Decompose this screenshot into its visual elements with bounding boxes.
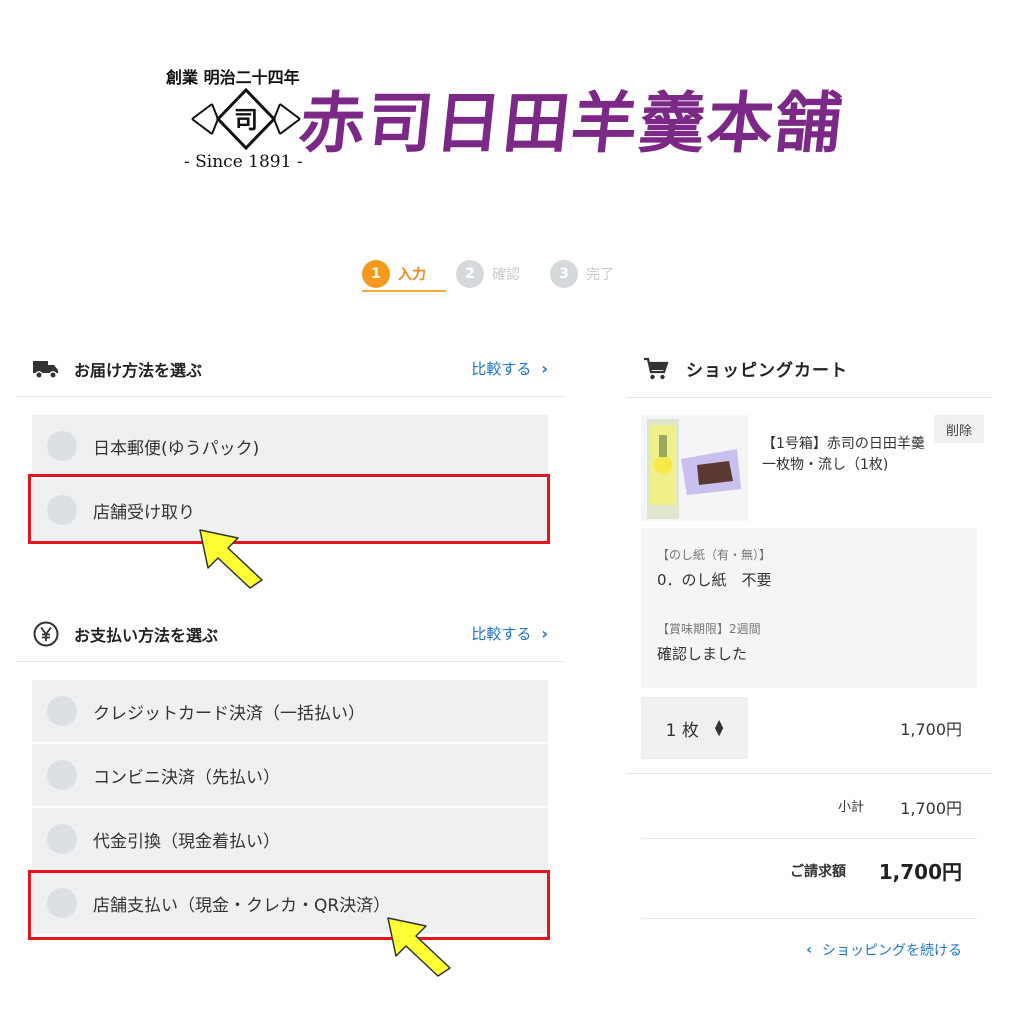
payment-compare-link[interactable]: 比較する › — [471, 623, 548, 644]
line-item-price: 1,700円 — [900, 720, 962, 739]
step-confirm: 2 確認 — [456, 259, 520, 289]
continue-label: ショッピングを続ける — [822, 943, 962, 959]
delivery-option-yupack[interactable]: 日本郵便(ゆうパック) — [32, 415, 548, 477]
continue-shopping-link[interactable]: ‹ ショッピングを続ける — [806, 940, 962, 960]
divider — [626, 773, 992, 774]
option-value-expiry: 確認しました — [657, 645, 748, 663]
radio-button[interactable] — [47, 824, 77, 854]
logo-since-text: - Since 1891 - — [184, 152, 303, 172]
product-name[interactable]: 【1号箱】赤司の日田羊羹 一枚物・流し（1枚) — [762, 434, 939, 476]
option-label: コンビニ決済（先払い） — [93, 767, 280, 788]
step-label: 確認 — [492, 267, 520, 283]
step-number: 3 — [550, 260, 578, 288]
total-label: ご請求額 — [790, 864, 846, 880]
pointer-arrow-icon — [387, 917, 451, 977]
chevron-right-icon: › — [541, 624, 548, 643]
payment-section-title: お支払い方法を選ぶ — [74, 625, 219, 645]
option-key-noshi: 【のし紙（有・無）】 — [657, 548, 772, 562]
payment-option-credit-card[interactable]: クレジットカード決済（一括払い） — [32, 680, 548, 742]
option-label: 日本郵便(ゆうパック) — [93, 438, 260, 459]
active-step-underline — [362, 290, 446, 292]
option-key-expiry: 【賞味期限】2週間 — [657, 622, 761, 636]
chevron-left-icon: ‹ — [806, 942, 812, 958]
highlight-box-store-pickup — [28, 474, 550, 544]
total-value: 1,700円 — [878, 860, 962, 884]
step-label: 入力 — [398, 267, 426, 283]
divider — [641, 838, 977, 839]
cart-title: ショッピングカート — [686, 361, 848, 381]
payment-option-cash-on-delivery[interactable]: 代金引換（現金着払い） — [32, 808, 548, 870]
radio-button[interactable] — [47, 431, 77, 461]
step-complete: 3 完了 — [550, 259, 614, 289]
quantity-value: 1 枚 — [665, 720, 699, 741]
option-label: クレジットカード決済（一括払い） — [93, 703, 365, 724]
logo-emblem-char: 司 — [234, 105, 258, 134]
checkout-steps: 1 入力 2 確認 3 完了 — [362, 254, 644, 294]
step-label: 完了 — [586, 267, 614, 283]
subtotal-label: 小計 — [838, 800, 865, 815]
logo-emblem-icon: 司 — [191, 88, 301, 150]
option-label: 代金引換（現金着払い） — [93, 831, 280, 852]
delivery-section-title: お届け方法を選ぶ — [74, 360, 203, 380]
payment-section-header: お支払い方法を選ぶ 比較する › — [16, 606, 564, 662]
logo-brand-name: 赤司日田羊羹本舗 — [295, 84, 848, 162]
highlight-box-store-payment — [28, 870, 550, 940]
compare-label: 比較する — [471, 625, 532, 643]
store-logo[interactable]: 創業 明治二十四年 司 - Since 1891 - 赤司日田羊羹本舗 — [0, 0, 1024, 200]
step-input: 1 入力 — [362, 259, 426, 289]
radio-button[interactable] — [47, 696, 77, 726]
divider — [641, 918, 977, 919]
logo-founding-text: 創業 明治二十四年 — [166, 68, 300, 87]
step-number: 2 — [456, 260, 484, 288]
cart-icon — [642, 355, 670, 383]
radio-button[interactable] — [47, 760, 77, 790]
product-thumbnail[interactable] — [641, 415, 748, 521]
cart-header: ショッピングカート — [626, 340, 992, 398]
step-number: 1 — [362, 260, 390, 288]
compare-label: 比較する — [471, 360, 532, 378]
subtotal-value: 1,700円 — [900, 799, 962, 818]
yen-icon — [32, 620, 60, 648]
payment-option-convenience-store[interactable]: コンビニ決済（先払い） — [32, 744, 548, 806]
up-down-caret-icon: ▲ ▼ — [714, 717, 724, 738]
quantity-select[interactable]: 1 枚 ▲ ▼ — [641, 697, 748, 759]
delivery-compare-link[interactable]: 比較する › — [471, 358, 548, 379]
pointer-arrow-icon — [199, 529, 263, 589]
truck-icon — [32, 355, 60, 383]
product-options-box: 【のし紙（有・無）】 0．のし紙 不要 【賞味期限】2週間 確認しました — [641, 528, 977, 688]
delete-button[interactable]: 削除 — [934, 415, 984, 443]
option-value-noshi: 0．のし紙 不要 — [657, 571, 772, 589]
chevron-right-icon: › — [541, 359, 548, 378]
delivery-section-header: お届け方法を選ぶ 比較する › — [16, 341, 564, 397]
